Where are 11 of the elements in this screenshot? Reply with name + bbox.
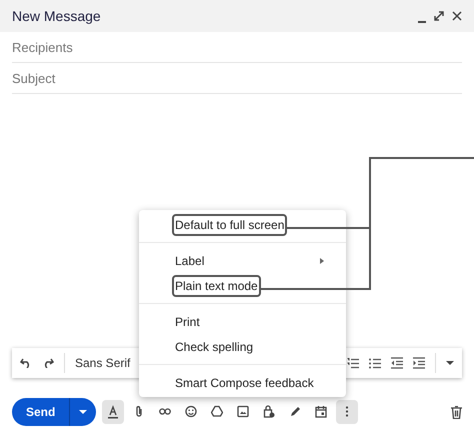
font-selector[interactable]: Sans Serif [75, 354, 130, 372]
window-title: New Message [12, 6, 102, 26]
menu-item-label[interactable]: Label [175, 252, 204, 270]
menu-item-label[interactable]: Default to full screen [172, 214, 288, 236]
menu-item-label[interactable]: Print [175, 312, 200, 330]
send-button[interactable]: Send [12, 398, 70, 426]
menu-item-label[interactable]: Smart Compose feedback [175, 374, 314, 392]
menu-item-label[interactable]: Plain text mode [172, 274, 261, 296]
text-field[interactable]: Recipients [12, 32, 462, 63]
menu-item-label[interactable]: Check spelling [175, 338, 254, 356]
text-field[interactable]: Subject [12, 63, 462, 94]
